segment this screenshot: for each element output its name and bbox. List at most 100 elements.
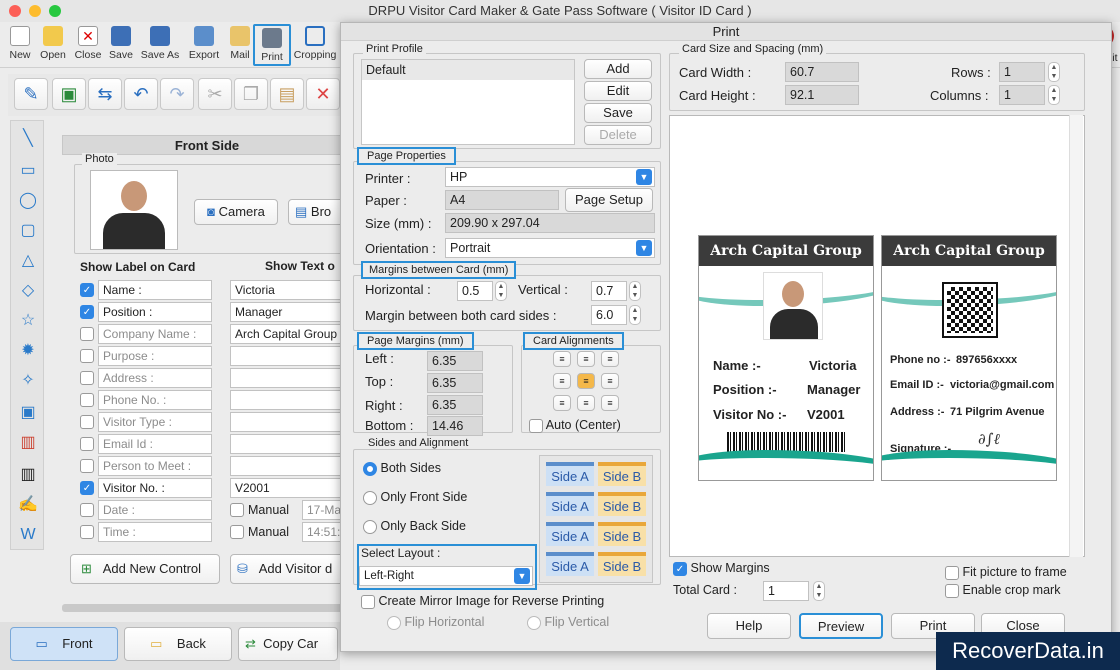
right-margin-field[interactable]: 6.35 bbox=[427, 395, 483, 415]
field-checkbox[interactable] bbox=[80, 503, 94, 517]
bottom-margin-field[interactable]: 14.46 bbox=[427, 416, 483, 436]
page-setup-button[interactable]: Page Setup bbox=[565, 188, 653, 212]
left-margin-field[interactable]: 6.35 bbox=[427, 351, 483, 371]
help-button[interactable]: Help bbox=[707, 613, 791, 639]
shape-tool-icon[interactable]: ✧ bbox=[15, 369, 41, 393]
zoom-window-icon[interactable] bbox=[49, 5, 61, 17]
align-top-center-icon[interactable]: ≡ bbox=[577, 351, 595, 367]
preview-scrollbar[interactable] bbox=[1069, 115, 1083, 557]
browse-button[interactable]: ▤ Bro bbox=[288, 199, 348, 225]
orientation-select[interactable]: Portrait ▼ bbox=[445, 238, 655, 258]
vertical-input[interactable]: 0.7 bbox=[591, 281, 627, 301]
both-sides-margin-input[interactable]: 6.0 bbox=[591, 305, 627, 325]
field-checkbox[interactable] bbox=[80, 349, 94, 363]
preview-button[interactable]: Preview bbox=[799, 613, 883, 639]
delete-icon[interactable]: ✕ bbox=[306, 78, 340, 110]
cut-icon[interactable]: ✂ bbox=[198, 78, 232, 110]
field-value[interactable]: Manager bbox=[230, 302, 346, 322]
add-visitor-button[interactable]: ⛁ Add Visitor d bbox=[230, 554, 346, 584]
properties-icon[interactable]: ✎ bbox=[14, 78, 48, 110]
signature-tool-icon[interactable]: ✍ bbox=[15, 493, 41, 517]
image-icon[interactable]: ▣ bbox=[52, 78, 86, 110]
diamond-tool-icon[interactable]: ◇ bbox=[15, 279, 41, 303]
field-checkbox[interactable]: ✓ bbox=[80, 481, 94, 495]
rows-stepper[interactable]: ▲ ▼ bbox=[1048, 62, 1060, 82]
field-value[interactable] bbox=[230, 368, 346, 388]
vertical-stepper[interactable]: ▲ ▼ bbox=[629, 281, 641, 301]
field-value[interactable]: V2001 bbox=[230, 478, 346, 498]
align-top-right-icon[interactable]: ≡ bbox=[601, 351, 619, 367]
show-margins-checkbox[interactable]: ✓ Show Margins bbox=[673, 561, 770, 576]
toolbar-export-button[interactable]: Export bbox=[186, 24, 222, 66]
minimize-window-icon[interactable] bbox=[29, 5, 41, 17]
toolbar-new-button[interactable]: New bbox=[6, 24, 34, 66]
toolbar-save-as-button[interactable]: Save As bbox=[139, 24, 181, 66]
copy-icon[interactable]: ❐ bbox=[234, 78, 268, 110]
profile-delete-button[interactable]: Delete bbox=[584, 125, 652, 145]
front-tab[interactable]: ▭ Front bbox=[10, 627, 118, 661]
auto-center-checkbox[interactable]: Auto (Center) bbox=[529, 418, 621, 433]
align-bottom-center-icon[interactable]: ≡ bbox=[577, 395, 595, 411]
horizontal-stepper[interactable]: ▲ ▼ bbox=[495, 281, 507, 301]
toolbar-open-button[interactable]: Open bbox=[38, 24, 68, 66]
picture-tool-icon[interactable]: ▣ bbox=[15, 401, 41, 425]
align-middle-center-icon[interactable]: ≡ bbox=[577, 373, 595, 389]
profile-edit-button[interactable]: Edit bbox=[584, 81, 652, 101]
field-checkbox[interactable] bbox=[80, 437, 94, 451]
template-icon[interactable]: ⇆ bbox=[88, 78, 122, 110]
field-value[interactable] bbox=[230, 412, 346, 432]
front-only-radio[interactable]: Only Front Side bbox=[363, 490, 467, 505]
align-middle-left-icon[interactable]: ≡ bbox=[553, 373, 571, 389]
field-value[interactable]: Victoria bbox=[230, 280, 346, 300]
layout-select[interactable]: Left-Right ▼ bbox=[359, 566, 533, 586]
rounded-rectangle-tool-icon[interactable]: ▢ bbox=[15, 219, 41, 243]
horizontal-input[interactable]: 0.5 bbox=[457, 281, 493, 301]
flip-vertical-radio[interactable]: Flip Vertical bbox=[527, 615, 609, 630]
back-only-radio[interactable]: Only Back Side bbox=[363, 519, 466, 534]
undo-icon[interactable]: ↶ bbox=[124, 78, 158, 110]
field-checkbox[interactable]: ✓ bbox=[80, 283, 94, 297]
field-checkbox[interactable] bbox=[80, 393, 94, 407]
align-bottom-left-icon[interactable]: ≡ bbox=[553, 395, 571, 411]
back-tab[interactable]: ▭ Back bbox=[124, 627, 232, 661]
triangle-tool-icon[interactable]: △ bbox=[15, 249, 41, 273]
field-checkbox[interactable] bbox=[80, 327, 94, 341]
fit-picture-checkbox[interactable]: Fit picture to frame bbox=[945, 565, 1067, 580]
toolbar-cropping-button[interactable]: Cropping bbox=[292, 24, 338, 66]
top-margin-field[interactable]: 6.35 bbox=[427, 373, 483, 393]
field-checkbox[interactable]: ✓ bbox=[80, 305, 94, 319]
horizontal-scrollbar[interactable] bbox=[62, 604, 348, 612]
field-value[interactable] bbox=[230, 390, 346, 410]
flip-horizontal-radio[interactable]: Flip Horizontal bbox=[387, 615, 484, 630]
profile-item-default[interactable]: Default bbox=[362, 60, 574, 80]
paper-field[interactable]: A4 bbox=[445, 190, 559, 210]
manual-checkbox[interactable] bbox=[230, 503, 244, 517]
both-sides-radio[interactable]: Both Sides bbox=[363, 461, 441, 476]
field-checkbox[interactable] bbox=[80, 371, 94, 385]
line-tool-icon[interactable]: ╲ bbox=[15, 127, 41, 151]
both-sides-margin-stepper[interactable]: ▲ ▼ bbox=[629, 305, 641, 325]
copy-card-tab[interactable]: ⇄ Copy Car bbox=[238, 627, 338, 661]
library-tool-icon[interactable]: ▥ bbox=[15, 431, 41, 455]
toolbar-print-button[interactable]: Print bbox=[253, 24, 291, 66]
mirror-image-checkbox[interactable]: Create Mirror Image for Reverse Printing bbox=[361, 594, 604, 609]
card-height-field[interactable]: 92.1 bbox=[785, 85, 859, 105]
wordart-tool-icon[interactable]: W bbox=[15, 523, 41, 547]
field-value[interactable] bbox=[230, 456, 346, 476]
camera-button[interactable]: ◙ Camera bbox=[194, 199, 278, 225]
align-bottom-right-icon[interactable]: ≡ bbox=[601, 395, 619, 411]
add-new-control-button[interactable]: ⊞ Add New Control bbox=[70, 554, 220, 584]
align-middle-right-icon[interactable]: ≡ bbox=[601, 373, 619, 389]
field-checkbox[interactable] bbox=[80, 525, 94, 539]
total-card-stepper[interactable]: ▲ ▼ bbox=[813, 581, 825, 601]
star-tool-icon[interactable]: ☆ bbox=[15, 309, 41, 333]
field-checkbox[interactable] bbox=[80, 415, 94, 429]
burst-tool-icon[interactable]: ✹ bbox=[15, 339, 41, 363]
field-value[interactable] bbox=[230, 346, 346, 366]
rows-field[interactable]: 1 bbox=[999, 62, 1045, 82]
field-value[interactable] bbox=[230, 434, 346, 454]
ellipse-tool-icon[interactable]: ◯ bbox=[15, 189, 41, 213]
close-window-icon[interactable] bbox=[9, 5, 21, 17]
profile-add-button[interactable]: Add bbox=[584, 59, 652, 79]
align-top-left-icon[interactable]: ≡ bbox=[553, 351, 571, 367]
